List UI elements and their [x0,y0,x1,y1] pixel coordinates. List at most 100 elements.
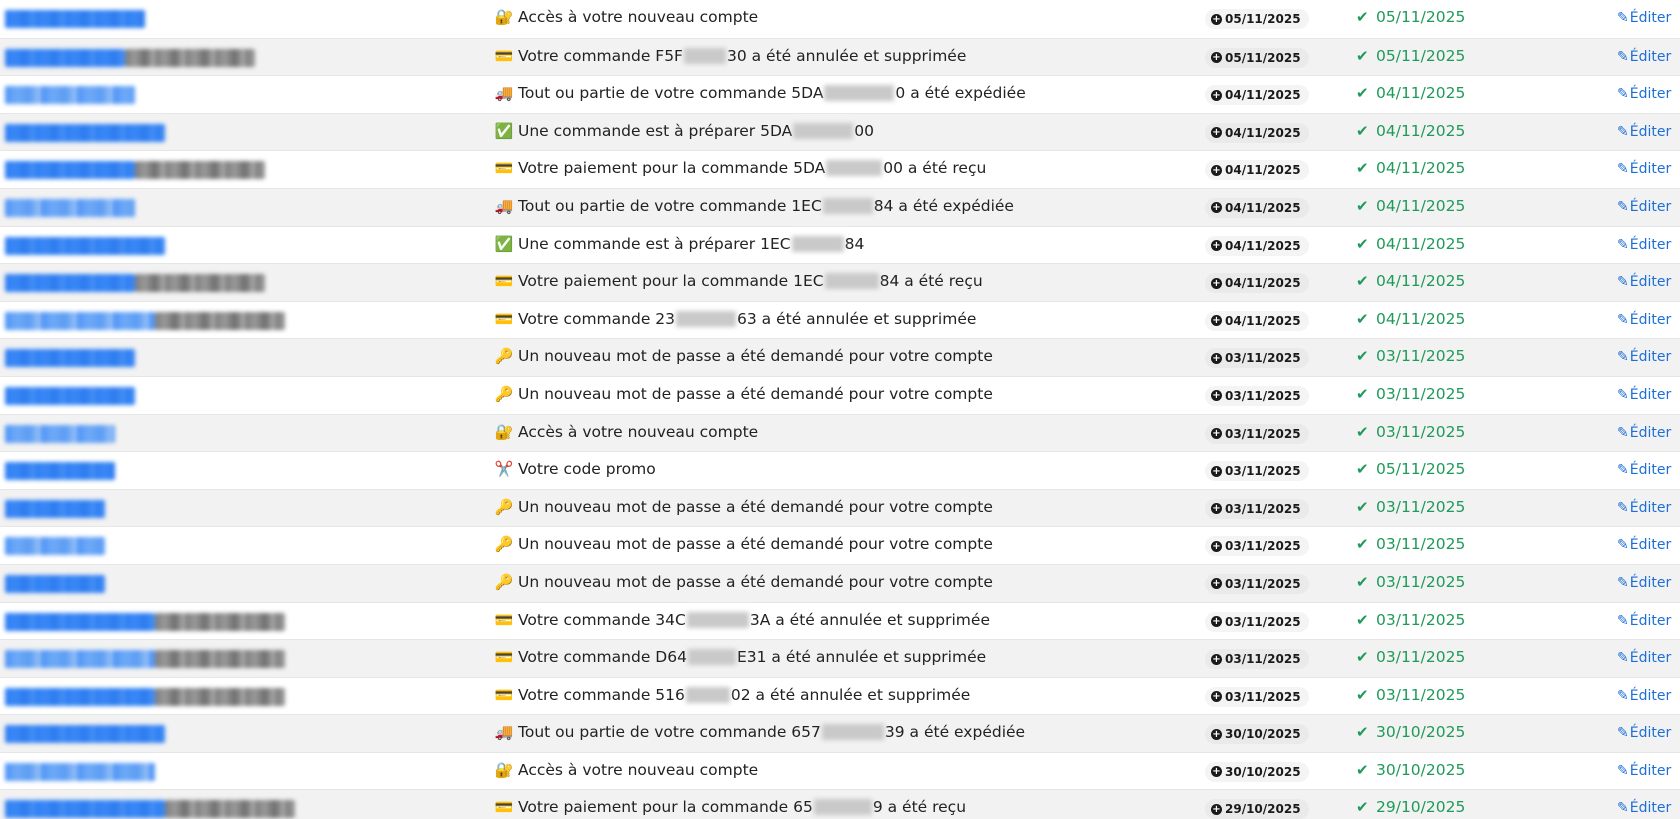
recipient-redacted [5,649,285,669]
redacted-order-id [791,235,844,252]
table-row: ✅ Une commande est à préparer 5DA 00 +04/11… [0,112,1680,151]
redacted-email [5,311,155,330]
subject-emoji-icon: 💳 [494,309,514,328]
redacted-order-id [686,611,749,628]
check-icon: ✔ [1356,610,1369,629]
subject-text: Accès à votre nouveau compte [518,8,759,26]
check-icon: ✔ [1356,723,1369,742]
subject-text: Un nouveau mot de passe a été demandé po… [518,572,993,591]
edit-button[interactable]: ✎ Éditer [1617,349,1671,365]
sent-date-text: 04/11/2025 [1376,234,1466,253]
edit-button[interactable]: ✎ Éditer [1617,613,1671,629]
edit-button[interactable]: ✎ Éditer [1617,725,1671,741]
edit-button[interactable]: ✎ Éditer [1617,763,1671,779]
created-date: 03/11/2025 [1225,388,1301,403]
subject-text: Un nouveau mot de passe a été demandé po… [518,535,993,554]
redacted-email [5,236,165,255]
check-icon: ✔ [1356,196,1369,215]
email-subject: ✂️ Votre code promo [494,460,656,478]
redacted-name [155,687,285,706]
redacted-name [135,274,265,293]
edit-button[interactable]: ✎ Éditer [1617,688,1671,704]
created-date-badge: +30/10/2025 [1205,724,1309,745]
check-icon: ✔ [1356,497,1369,516]
created-date: 04/11/2025 [1225,88,1301,103]
sent-date-text: 03/11/2025 [1376,384,1466,403]
pencil-icon: ✎ [1617,86,1629,103]
pencil-icon: ✎ [1617,537,1629,554]
pencil-icon: ✎ [1617,311,1629,328]
created-date: 03/11/2025 [1225,576,1301,591]
subject-text-end: 30 a été annulée et supprimée [726,46,967,65]
edit-button[interactable]: ✎ Éditer [1617,161,1671,177]
edit-button[interactable]: ✎ Éditer [1617,199,1671,215]
check-icon: ✔ [1356,46,1369,65]
edit-label: Éditer [1629,612,1672,629]
edit-button[interactable]: ✎ Éditer [1617,124,1671,140]
edit-button[interactable]: ✎ Éditer [1617,537,1671,553]
subject-text: Votre commande 516 [518,685,685,704]
pencil-icon: ✎ [1617,650,1629,667]
edit-button[interactable]: ✎ Éditer [1617,49,1671,65]
email-subject: 🔑 Un nouveau mot de passe a été demandé p… [494,385,993,403]
subject-text-end: 3A a été annulée et supprimée [749,610,990,629]
table-row: 💳 Votre paiement pour la commande 65 9 a é… [0,789,1680,819]
sent-date: ✔ 30/10/2025 [1356,761,1465,779]
redacted-email [5,424,115,443]
plus-circle-icon: + [1211,390,1222,402]
sent-date: ✔ 03/11/2025 [1356,648,1465,666]
created-date-badge: +05/11/2025 [1205,47,1309,68]
edit-button[interactable]: ✎ Éditer [1617,500,1671,516]
subject-text: Tout ou partie de votre commande 5DA [518,84,824,103]
subject-text-end: 0 a été expédiée [895,84,1026,103]
created-date: 03/11/2025 [1225,614,1301,629]
plus-circle-icon: + [1211,352,1222,364]
plus-circle-icon: + [1211,728,1222,740]
sent-date-text: 03/11/2025 [1376,685,1466,704]
subject-text: Un nouveau mot de passe a été demandé po… [518,384,993,403]
redacted-email [5,612,155,631]
subject-emoji-icon: 🚚 [494,84,514,103]
sent-date: ✔ 04/11/2025 [1356,197,1465,215]
created-date: 03/11/2025 [1225,351,1301,366]
edit-button[interactable]: ✎ Éditer [1617,575,1671,591]
redacted-email [5,725,165,744]
table-row: 💳 Votre commande 34C 3A a été annulée et s… [0,601,1680,640]
pencil-icon: ✎ [1617,574,1629,591]
recipient-redacted [5,236,165,256]
recipient-redacted [5,386,135,406]
sent-date-text: 03/11/2025 [1376,347,1466,366]
edit-button[interactable]: ✎ Éditer [1617,312,1671,328]
edit-button[interactable]: ✎ Éditer [1617,650,1671,666]
sent-date-text: 04/11/2025 [1376,196,1466,215]
subject-emoji-icon: 🚚 [494,196,514,215]
edit-button[interactable]: ✎ Éditer [1617,462,1671,478]
edit-button[interactable]: ✎ Éditer [1617,425,1671,441]
sent-date: ✔ 03/11/2025 [1356,611,1465,629]
table-row: 🔑 Un nouveau mot de passe a été demandé p… [0,375,1680,414]
edit-label: Éditer [1629,10,1672,26]
plus-circle-icon: + [1211,578,1222,590]
recipient-redacted [5,424,115,444]
edit-button[interactable]: ✎ Éditer [1617,86,1671,102]
pencil-icon: ✎ [1617,725,1629,742]
redacted-email [5,86,135,105]
created-date-badge: +30/10/2025 [1205,761,1309,782]
edit-button[interactable]: ✎ Éditer [1617,10,1671,26]
edit-button[interactable]: ✎ Éditer [1617,274,1671,290]
email-subject: 🚚 Tout ou partie de votre commande 657 39 … [494,723,1025,741]
edit-button[interactable]: ✎ Éditer [1617,237,1671,253]
sent-date-text: 29/10/2025 [1376,798,1466,817]
plus-circle-icon: + [1211,428,1222,440]
created-date: 30/10/2025 [1225,727,1301,742]
edit-button[interactable]: ✎ Éditer [1617,387,1671,403]
sent-date: ✔ 03/11/2025 [1356,686,1465,704]
created-date: 04/11/2025 [1225,163,1301,178]
subject-text: Votre commande 23 [518,309,676,328]
plus-circle-icon: + [1211,240,1222,252]
email-subject: ✅ Une commande est à préparer 5DA 00 [494,122,874,140]
edit-button[interactable]: ✎ Éditer [1617,800,1671,816]
email-subject: 🔐 Accès à votre nouveau compte [494,8,759,26]
email-subject: 🔑 Un nouveau mot de passe a été demandé p… [494,573,993,591]
redacted-order-id [685,686,730,703]
